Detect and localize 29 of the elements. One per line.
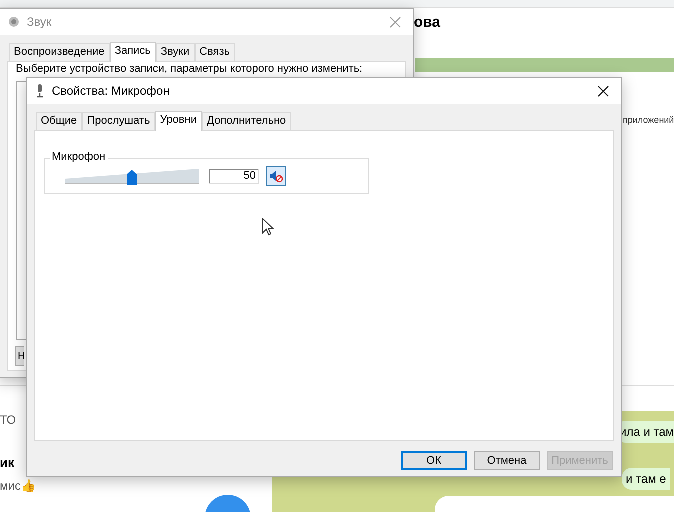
microphone-icon <box>35 84 45 98</box>
dialog-button[interactable]: Отмена <box>474 451 540 470</box>
tab[interactable]: Уровни <box>155 111 202 131</box>
volume-slider[interactable] <box>65 167 199 185</box>
chat-title: ова <box>414 14 441 31</box>
close-icon[interactable] <box>598 86 609 96</box>
message-bubble: и там е <box>622 468 670 490</box>
chat-list-text: ик <box>0 455 14 470</box>
speaker-icon <box>8 16 20 28</box>
chat-list-text: мис👍 <box>0 479 36 493</box>
tab[interactable]: Дополнительно <box>202 112 292 130</box>
dialog-button[interactable]: ОК <box>401 451 467 470</box>
side-text: приложений <box>623 115 674 125</box>
window-title: Звук <box>27 15 53 29</box>
slider-thumb[interactable] <box>127 170 137 185</box>
chat-list-text: ТО <box>0 413 16 427</box>
tab[interactable]: Связь <box>194 43 236 61</box>
tab[interactable]: Прослушать <box>82 112 156 130</box>
tab[interactable]: Общие <box>36 112 82 130</box>
cursor-icon <box>262 218 274 236</box>
tab[interactable]: Воспроизведение <box>9 43 110 61</box>
instruction-text: Выберите устройство записи, параметры которого нужно изменить: <box>16 63 364 75</box>
window-title: Свойства: Микрофон <box>52 84 171 98</box>
tab[interactable]: Запись <box>110 42 156 62</box>
mute-button[interactable] <box>266 166 286 186</box>
properties-button[interactable]: Н <box>15 346 24 366</box>
tab[interactable]: Звуки <box>156 43 195 61</box>
group-label: Микрофон <box>50 151 108 163</box>
volume-field[interactable]: 50 <box>209 168 259 184</box>
